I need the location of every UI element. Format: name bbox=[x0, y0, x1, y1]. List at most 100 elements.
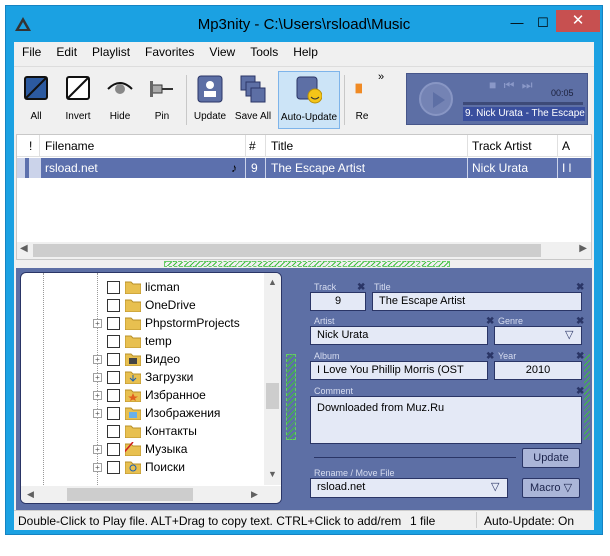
grid-horizontal-scrollbar[interactable]: ◀ ▶ bbox=[17, 242, 591, 259]
expand-icon[interactable]: + bbox=[93, 463, 102, 472]
tree-item-phpstormprojects[interactable]: + PhpstormProjects bbox=[93, 315, 263, 333]
title-field[interactable]: The Escape Artist bbox=[372, 292, 582, 311]
scroll-right-icon[interactable]: ▶ bbox=[579, 243, 587, 254]
title-bar[interactable]: Mp3nity - C:\Users\rsload\Music — ☐ ✕ bbox=[6, 6, 602, 42]
column-flag[interactable]: ! bbox=[29, 139, 32, 153]
auto-update-label: Auto-Update bbox=[280, 112, 338, 123]
tree-vertical-scrollbar[interactable]: ▲ ▼ bbox=[264, 273, 281, 485]
scroll-up-icon[interactable]: ▲ bbox=[268, 277, 277, 287]
pin-button[interactable]: Pin bbox=[142, 71, 182, 129]
scroll-thumb[interactable] bbox=[33, 244, 541, 257]
select-all-button[interactable]: All bbox=[16, 71, 56, 129]
splitter-handle[interactable] bbox=[286, 354, 296, 440]
pin-icon bbox=[150, 81, 173, 97]
update-tags-button[interactable]: Update bbox=[522, 448, 580, 468]
invert-label: Invert bbox=[65, 111, 91, 122]
splitter-handle[interactable] bbox=[164, 261, 450, 267]
macro-button[interactable]: Macro ▽ bbox=[522, 478, 580, 498]
grid-header: ! Filename # Title Track Artist A bbox=[17, 135, 591, 157]
column-number[interactable]: # bbox=[249, 139, 256, 153]
scroll-down-icon[interactable]: ▼ bbox=[268, 469, 277, 479]
tree-item-temp[interactable]: temp bbox=[93, 333, 263, 351]
minimize-button[interactable]: — bbox=[504, 14, 530, 32]
menu-view[interactable]: View bbox=[201, 42, 242, 59]
menu-tools[interactable]: Tools bbox=[242, 42, 285, 59]
tree-item-searches[interactable]: + Поиски bbox=[93, 459, 263, 477]
tree-item-onedrive[interactable]: OneDrive bbox=[93, 297, 263, 315]
update-button[interactable]: Update bbox=[190, 71, 230, 129]
maximize-button[interactable]: ☐ bbox=[530, 14, 556, 32]
tree-checkbox[interactable] bbox=[107, 371, 120, 384]
tree-item-pictures[interactable]: + Изображения bbox=[93, 405, 263, 423]
auto-update-icon bbox=[296, 76, 322, 104]
comment-field[interactable]: Downloaded from Muz.Ru bbox=[310, 396, 582, 444]
year-field[interactable]: 2010 bbox=[494, 361, 582, 380]
refresh-button[interactable]: Re bbox=[348, 71, 376, 129]
expand-icon[interactable]: + bbox=[93, 373, 102, 382]
rename-field[interactable]: rsload.net ▽ bbox=[310, 478, 508, 498]
expand-icon[interactable]: + bbox=[93, 355, 102, 364]
scroll-right-icon[interactable]: ▶ bbox=[251, 489, 258, 500]
pin-label: Pin bbox=[154, 111, 170, 122]
column-title[interactable]: Title bbox=[271, 139, 293, 153]
tree-item-licman[interactable]: licman bbox=[93, 279, 263, 297]
auto-update-button[interactable]: Auto-Update bbox=[278, 71, 340, 129]
album-field[interactable]: I Love You Phillip Morris (OST bbox=[310, 361, 488, 380]
tree-checkbox[interactable] bbox=[107, 317, 120, 330]
tree-item-video[interactable]: + Видео bbox=[93, 351, 263, 369]
toolbar-overflow-button[interactable]: » bbox=[378, 71, 384, 83]
tree-checkbox[interactable] bbox=[107, 461, 120, 474]
select-all-icon bbox=[24, 76, 48, 100]
column-track-artist[interactable]: Track Artist bbox=[472, 139, 532, 153]
tree-item-favorites[interactable]: + Избранное bbox=[93, 387, 263, 405]
artist-field[interactable]: Nick Urata bbox=[310, 326, 488, 345]
tree-checkbox[interactable] bbox=[107, 335, 120, 348]
invert-selection-icon bbox=[66, 76, 90, 100]
hide-button[interactable]: Hide bbox=[100, 71, 140, 129]
cell-artist: Nick Urata bbox=[472, 161, 529, 175]
tree-item-music[interactable]: + Музыка bbox=[93, 441, 263, 459]
tree-checkbox[interactable] bbox=[107, 389, 120, 402]
menu-edit[interactable]: Edit bbox=[48, 42, 84, 59]
tree-checkbox[interactable] bbox=[107, 407, 120, 420]
tree-checkbox[interactable] bbox=[107, 353, 120, 366]
invert-button[interactable]: Invert bbox=[58, 71, 98, 129]
artist-label: Artist bbox=[314, 316, 335, 326]
track-field[interactable]: 9 bbox=[310, 292, 366, 311]
cell-title: The Escape Artist bbox=[271, 161, 366, 175]
close-button[interactable]: ✕ bbox=[556, 10, 600, 32]
tree-checkbox[interactable] bbox=[107, 281, 120, 294]
tree-checkbox[interactable] bbox=[107, 425, 120, 438]
menu-help[interactable]: Help bbox=[285, 42, 325, 59]
column-album[interactable]: A bbox=[562, 139, 570, 153]
update-label: Update bbox=[193, 111, 227, 122]
expand-icon[interactable]: + bbox=[93, 319, 102, 328]
play-button[interactable] bbox=[419, 82, 453, 116]
music-note-icon: ♪ bbox=[231, 161, 237, 175]
column-filename[interactable]: Filename bbox=[45, 139, 94, 153]
tree-checkbox[interactable] bbox=[107, 299, 120, 312]
seek-bar[interactable] bbox=[463, 102, 583, 105]
menu-file[interactable]: File bbox=[14, 42, 48, 59]
tree-checkbox[interactable] bbox=[107, 443, 120, 456]
menu-favorites[interactable]: Favorites bbox=[137, 42, 201, 59]
scroll-left-icon[interactable]: ◀ bbox=[20, 243, 28, 254]
menu-playlist[interactable]: Playlist bbox=[84, 42, 137, 59]
tree-item-contacts[interactable]: Контакты bbox=[93, 423, 263, 441]
table-row[interactable]: rsload.net ♪ 9 The Escape Artist Nick Ur… bbox=[17, 158, 591, 178]
tree-horizontal-scrollbar[interactable]: ◀ ▶ bbox=[21, 486, 281, 503]
scroll-thumb[interactable] bbox=[266, 383, 279, 409]
save-all-button[interactable]: Save All bbox=[232, 71, 274, 129]
tag-editor: Track ✖ Title ✖ 9 The Escape Artist Arti… bbox=[300, 272, 590, 526]
expand-icon[interactable]: + bbox=[93, 445, 102, 454]
update-icon bbox=[197, 75, 223, 103]
genre-dropdown[interactable]: ▽ bbox=[494, 326, 582, 345]
scroll-thumb[interactable] bbox=[67, 488, 193, 501]
tree-item-downloads[interactable]: + Загрузки bbox=[93, 369, 263, 387]
downloads-folder-icon bbox=[125, 371, 141, 384]
scroll-left-icon[interactable]: ◀ bbox=[27, 489, 34, 500]
music-folder-icon bbox=[125, 442, 141, 456]
expand-icon[interactable]: + bbox=[93, 409, 102, 418]
expand-icon[interactable]: + bbox=[93, 391, 102, 400]
status-bar: Double-Click to Play file. ALT+Drag to c… bbox=[14, 510, 594, 530]
